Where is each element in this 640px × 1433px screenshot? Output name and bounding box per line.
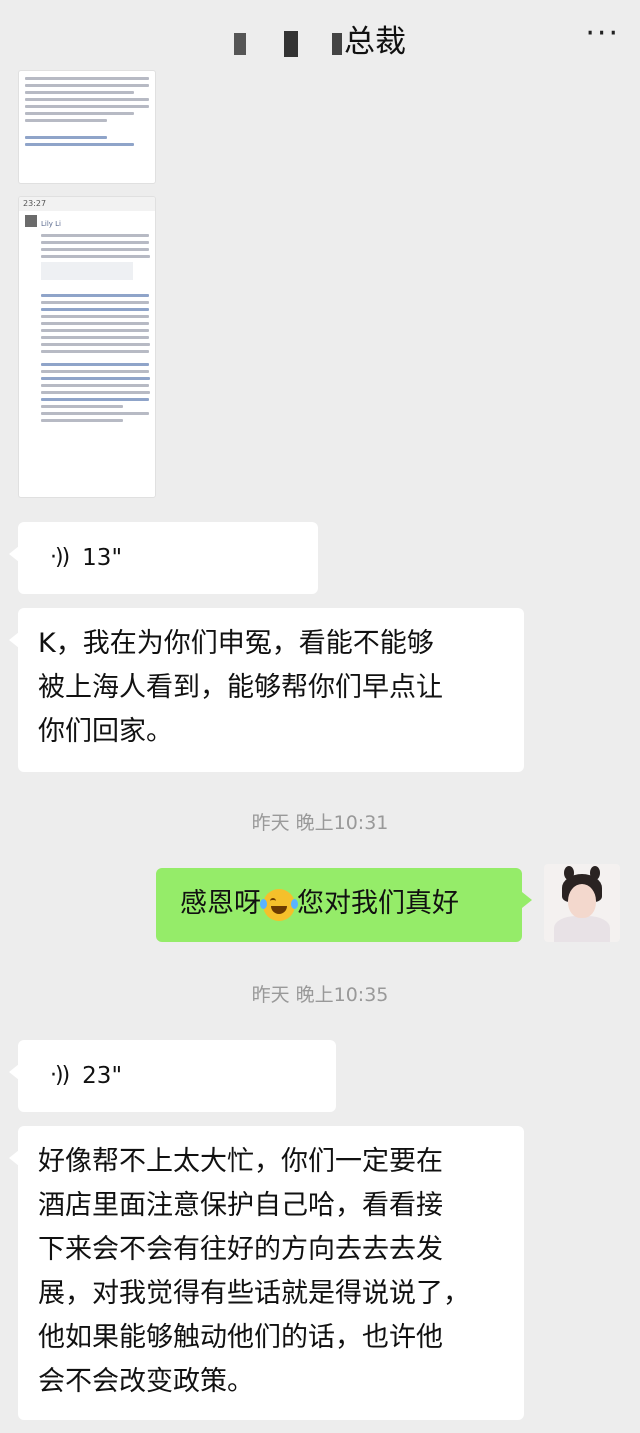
image-text-line <box>41 377 150 380</box>
image-text-line <box>41 294 149 297</box>
image-text-line <box>41 370 149 373</box>
image-text-line <box>41 241 149 244</box>
mosaic-block <box>284 30 298 57</box>
image-text-line <box>41 384 149 387</box>
mosaic-block <box>234 32 246 55</box>
mosaic-block <box>332 32 342 55</box>
chat-header: 总裁 ··· <box>0 0 640 78</box>
image-status-bar: 23:27 <box>19 197 155 211</box>
image-text-line <box>41 315 149 318</box>
message-line: 展，对我觉得有些话就是得说说了， <box>38 1278 470 1309</box>
message-line: 好像帮不上太大忙，你们一定要在 <box>38 1146 443 1177</box>
image-text-line <box>41 405 123 408</box>
image-text-line <box>41 329 149 332</box>
image-text-line <box>41 419 123 422</box>
image-text-line <box>25 136 107 139</box>
shared-image-2[interactable]: 23:27 Lily Li <box>18 196 156 498</box>
image-text-line <box>41 248 149 251</box>
voice-duration: 13" <box>82 545 123 571</box>
text-message-1[interactable]: K，我在为你们申冤，看能不能够 被上海人看到，能够帮你们早点让 你们回家。 <box>9 608 524 772</box>
laugh-cry-emoji-icon <box>260 888 298 921</box>
user-avatar[interactable] <box>544 864 620 942</box>
voice-message-1[interactable]: ·)) 13" <box>9 522 318 594</box>
voice-duration: 23" <box>82 1063 123 1089</box>
message-line: K，我在为你们申冤，看能不能够 <box>38 628 434 659</box>
image-text-line <box>41 343 150 346</box>
more-options-icon[interactable]: ··· <box>585 19 620 49</box>
image-text-line <box>25 119 107 122</box>
timestamp-1: 昨天 晚上10:31 <box>251 812 389 834</box>
image-text-line <box>41 398 149 401</box>
image-text-line <box>25 98 149 101</box>
shared-image-1[interactable] <box>18 70 156 184</box>
voice-wave-icon: ·)) <box>50 545 70 570</box>
image-text-line <box>41 255 150 258</box>
message-line: 你们回家。 <box>38 716 173 747</box>
image-user-name: Lily Li <box>41 220 62 228</box>
image-text-line <box>25 112 134 115</box>
image-link-card <box>41 262 133 280</box>
image-text-line <box>41 301 149 304</box>
message-line: 他如果能够触动他们的话，也许他 <box>38 1322 443 1353</box>
chat-title: 总裁 <box>344 24 406 60</box>
image-avatar <box>25 215 37 227</box>
timestamp-2: 昨天 晚上10:35 <box>251 984 389 1006</box>
chat-title-area: 总裁 <box>0 16 640 61</box>
message-line: 会不会改变政策。 <box>38 1366 254 1397</box>
image-text-line <box>41 234 149 237</box>
image-text-line <box>41 322 149 325</box>
image-text-line <box>25 105 149 108</box>
image-text-line <box>25 143 134 146</box>
image-text-line <box>41 391 150 394</box>
sent-message-1[interactable]: 感恩呀 您对我们真好 <box>156 868 532 942</box>
text-message-2[interactable]: 好像帮不上太大忙，你们一定要在 酒店里面注意保护自己哈，看看接 下来会不会有往好… <box>9 1126 524 1420</box>
image-text-line <box>41 308 149 311</box>
message-line: 被上海人看到，能够帮你们早点让 <box>38 672 443 703</box>
message-line: 下来会不会有往好的方向去去去发 <box>38 1234 443 1265</box>
image-text-line <box>41 363 149 366</box>
image-text-line <box>25 77 149 80</box>
image-text-line <box>41 350 149 353</box>
voice-wave-icon: ·)) <box>50 1063 70 1088</box>
message-text-after: 您对我们真好 <box>297 888 459 919</box>
image-text-line <box>41 412 149 415</box>
image-text-line <box>41 336 149 339</box>
voice-message-2[interactable]: ·)) 23" <box>9 1040 336 1112</box>
image-text-line <box>25 91 134 94</box>
message-text-before: 感恩呀 <box>180 888 261 919</box>
message-line: 酒店里面注意保护自己哈，看看接 <box>38 1190 443 1221</box>
image-text-line <box>25 84 149 87</box>
